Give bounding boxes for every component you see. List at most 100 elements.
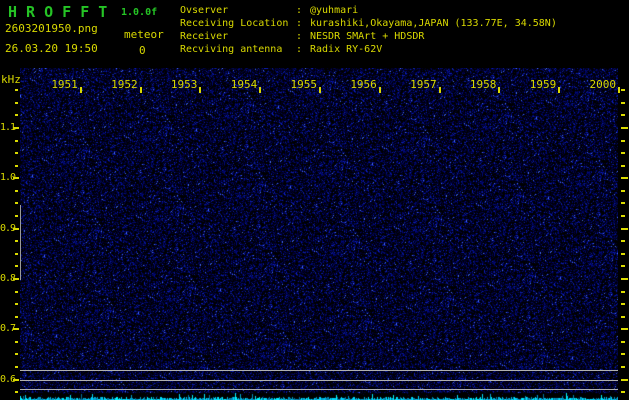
freq-minor-tick-right xyxy=(621,114,625,116)
freq-minor-tick-left xyxy=(15,291,18,293)
time-axis-label: 1953 xyxy=(170,78,198,91)
mode-label: meteor xyxy=(124,28,164,41)
freq-minor-tick-right xyxy=(621,190,625,192)
freq-axis-label: 0.9 xyxy=(0,223,16,234)
time-axis-label: 1952 xyxy=(111,78,138,91)
freq-minor-tick-right xyxy=(621,240,625,242)
freq-minor-tick-left xyxy=(15,341,18,343)
freq-minor-tick-right xyxy=(621,89,625,91)
frequency-unit-label: kHz xyxy=(1,73,21,86)
freq-major-tick-right xyxy=(621,278,628,280)
freq-major-tick-right xyxy=(621,127,628,129)
freq-minor-tick-left xyxy=(15,202,18,204)
freq-major-tick-right xyxy=(621,379,628,381)
info-separator: : xyxy=(296,44,303,55)
freq-axis-label: 0.6 xyxy=(0,374,16,385)
app-title: H R O F F T xyxy=(8,3,108,21)
freq-minor-tick-right xyxy=(621,140,625,142)
time-axis-label: 1959 xyxy=(529,78,557,91)
reference-line-upper xyxy=(20,370,618,371)
freq-minor-tick-left xyxy=(15,165,18,167)
freq-minor-tick-left xyxy=(15,265,18,267)
info-value: @yuhmari xyxy=(310,5,359,16)
freq-minor-tick-right xyxy=(621,102,625,104)
freq-minor-tick-left xyxy=(15,391,18,393)
time-axis-label: 1958 xyxy=(469,78,497,91)
freq-minor-tick-right xyxy=(621,215,625,217)
time-axis-tick xyxy=(139,87,142,93)
freq-minor-tick-right xyxy=(621,152,625,154)
freq-major-tick-right xyxy=(621,328,628,330)
time-axis-label: 1957 xyxy=(410,78,437,91)
time-axis-label: 1955 xyxy=(290,78,318,91)
freq-minor-tick-left xyxy=(15,303,18,305)
freq-minor-tick-left xyxy=(15,89,18,91)
time-axis-label: 1954 xyxy=(230,78,258,91)
info-separator: : xyxy=(296,31,303,42)
reference-line-center xyxy=(20,380,618,381)
freq-minor-tick-left xyxy=(15,114,18,116)
freq-axis-label: 0.7 xyxy=(0,323,16,334)
info-label: Recviving antenna xyxy=(180,44,283,55)
freq-minor-tick-right xyxy=(621,353,625,355)
reference-line-lower xyxy=(20,389,618,390)
receiver-info: Ovserver: @yuhmari Receiving Location: kura… xyxy=(180,4,557,56)
freq-axis-label: 0.8 xyxy=(0,273,16,284)
freq-minor-tick-left xyxy=(15,240,18,242)
freq-minor-tick-left xyxy=(15,316,18,318)
time-axis-tick xyxy=(618,87,620,93)
info-row: Receiver: NESDR SMArt + HDSDR xyxy=(180,30,557,43)
time-axis-tick xyxy=(79,87,82,93)
time-axis-tick xyxy=(199,87,202,93)
app-version: 1.0.0f xyxy=(121,7,158,18)
left-edge-marker-line xyxy=(20,205,21,280)
hrofft-window: H R O F F T 1.0.0f 2603201950.png meteor… xyxy=(0,0,629,400)
meteor-count: 0 xyxy=(139,44,146,57)
time-axis-label: 1951 xyxy=(51,78,78,91)
freq-minor-tick-right xyxy=(621,291,625,293)
freq-minor-tick-right xyxy=(621,341,625,343)
time-axis-tick xyxy=(319,87,321,93)
freq-minor-tick-right xyxy=(621,303,625,305)
time-axis-label: 2000 xyxy=(589,78,617,91)
freq-minor-tick-right xyxy=(621,202,625,204)
freq-axis-label: 1.0 xyxy=(0,172,16,183)
freq-minor-tick-right xyxy=(621,165,625,167)
time-axis-tick xyxy=(498,87,501,93)
freq-minor-tick-left xyxy=(15,253,18,255)
spectrogram-canvas xyxy=(20,68,618,400)
time-axis-tick xyxy=(558,87,561,93)
freq-minor-tick-left xyxy=(15,140,18,142)
info-row: Ovserver: @yuhmari xyxy=(180,4,557,17)
freq-minor-tick-left xyxy=(15,353,18,355)
info-value: kurashiki,Okayama,JAPAN (133.77E, 34.58N… xyxy=(310,18,557,29)
info-separator: : xyxy=(296,18,303,29)
freq-minor-tick-left xyxy=(15,152,18,154)
time-axis-tick xyxy=(438,87,441,93)
time-axis-label: 1956 xyxy=(350,78,377,91)
freq-minor-tick-right xyxy=(621,391,625,393)
time-axis-tick xyxy=(259,87,262,93)
freq-major-tick-right xyxy=(621,177,628,179)
freq-minor-tick-left xyxy=(15,366,18,368)
freq-minor-tick-right xyxy=(621,265,625,267)
freq-minor-tick-left xyxy=(15,215,18,217)
info-value: Radix RY-62V xyxy=(310,44,383,55)
info-label: Receiver xyxy=(180,31,229,42)
info-label: Receiving Location xyxy=(180,18,289,29)
freq-axis-label: 1.1 xyxy=(0,122,16,133)
info-row: Recviving antenna: Radix RY-62V xyxy=(180,43,557,56)
output-filename: 2603201950.png xyxy=(5,22,98,35)
info-label: Ovserver xyxy=(180,5,229,16)
freq-minor-tick-left xyxy=(15,190,18,192)
freq-major-tick-right xyxy=(621,228,628,230)
freq-minor-tick-left xyxy=(15,102,18,104)
freq-minor-tick-right xyxy=(621,253,625,255)
time-axis-tick xyxy=(378,87,381,93)
info-separator: : xyxy=(296,5,303,16)
freq-minor-tick-right xyxy=(621,366,625,368)
datetime-label: 26.03.20 19:50 xyxy=(5,42,98,55)
info-value: NESDR SMArt + HDSDR xyxy=(310,31,425,42)
freq-minor-tick-right xyxy=(621,316,625,318)
info-row: Receiving Location: kurashiki,Okayama,JAP… xyxy=(180,17,557,30)
